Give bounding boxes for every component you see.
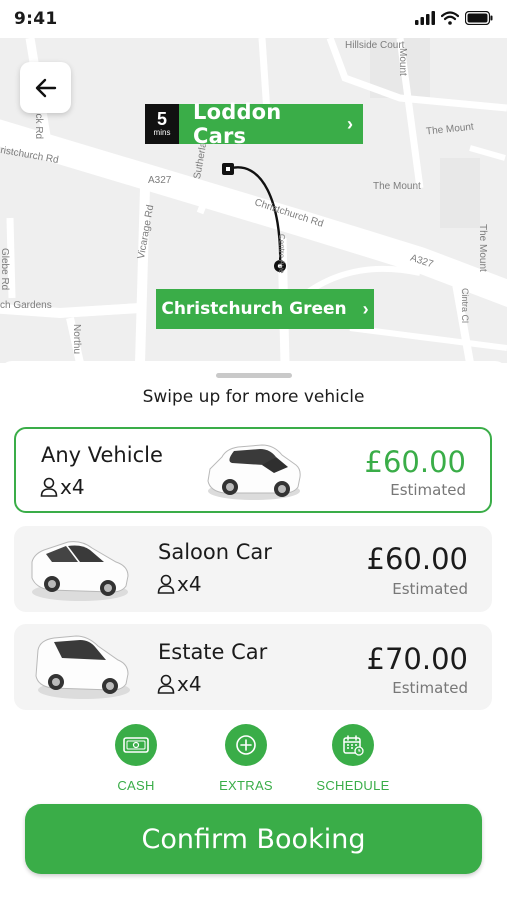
arrow-left-icon [35,78,56,97]
chevron-right-icon: › [362,298,369,319]
eta-unit: mins [153,128,171,137]
car-image [207,444,301,500]
swipe-hint: Swipe up for more vehicle [142,387,365,407]
car-image [35,635,130,699]
status-bar: 9:41 [0,0,507,38]
map-label: Centre Ave [277,234,286,274]
pickup-chip[interactable]: 5 mins Loddon Cars › [145,100,363,148]
battery-icon [465,11,493,25]
map-label: Cintra Cl [460,288,470,324]
destination-name: Christchurch Green [161,299,347,319]
person-icon [157,574,175,594]
map-label: Mount [397,48,408,76]
map-label: The Mount [373,181,421,192]
extras-option[interactable]: EXTRAS [196,724,296,793]
back-button[interactable] [20,62,71,113]
calendar-icon [332,724,374,766]
map-label: A327 [148,175,172,186]
signal-icon [415,11,435,25]
destination-chip[interactable]: Christchurch Green › [156,289,374,329]
status-icons [415,11,493,25]
seat-count: x4 [177,672,202,696]
car-image [31,541,129,601]
chevron-right-icon: › [347,113,353,134]
person-icon [40,477,58,497]
vehicle-name: Estate Car [158,640,268,664]
drag-handle[interactable] [216,373,292,378]
seat-count: x4 [60,475,85,499]
wifi-icon [441,11,459,25]
vehicle-card-any[interactable]: Any Vehicle x4 £60.00 Estimated [14,427,492,513]
price-note: Estimated [392,580,468,598]
pickup-name: Loddon Cars [193,100,282,148]
schedule-option[interactable]: SCHEDULE [303,724,403,793]
cash-icon [115,724,157,766]
vehicle-price: £70.00 [366,642,468,676]
map-label: Northu [71,324,82,355]
map-label: ch Gardens [0,300,52,311]
vehicle-price: £60.00 [366,542,468,576]
cash-option[interactable]: CASH [86,724,186,793]
vehicle-seats: x4 [157,672,202,696]
plus-circle-icon [225,724,267,766]
vehicle-name: Saloon Car [158,540,272,564]
vehicle-name: Any Vehicle [41,443,163,467]
seat-count: x4 [177,572,202,596]
eta-badge: 5 mins [145,104,179,144]
vehicle-seats: x4 [157,572,202,596]
map-label: The Mount [477,224,488,272]
schedule-label: SCHEDULE [316,778,390,793]
vehicle-card-saloon[interactable]: Saloon Car x4 £60.00 Estimated [14,526,492,612]
map-view[interactable]: Hillside Court Mount The Mount The Mount… [0,38,507,363]
confirm-booking-button[interactable]: Confirm Booking [25,804,482,874]
eta-value: 5 [156,109,167,129]
vehicle-price: £60.00 [364,445,466,479]
extras-label: EXTRAS [219,778,273,793]
map-label: Glebe Rd [0,248,10,291]
status-time: 9:41 [14,9,58,29]
map-label: Hillside Court [345,40,405,51]
vehicle-seats: x4 [40,475,85,499]
vehicle-card-estate[interactable]: Estate Car x4 £70.00 Estimated [14,624,492,710]
cash-label: CASH [117,778,155,793]
price-note: Estimated [392,679,468,697]
person-icon [157,674,175,694]
pickup-label-box: Loddon Cars › [179,100,363,148]
price-note: Estimated [390,481,466,499]
